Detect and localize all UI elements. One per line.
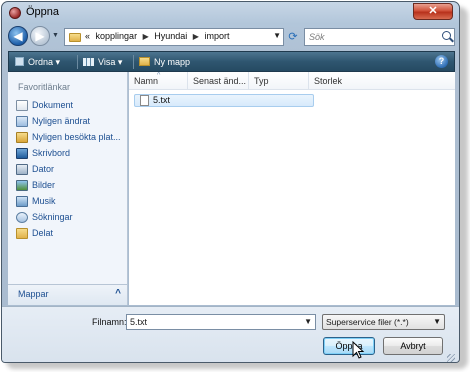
address-dropdown-icon[interactable]: ▼ (273, 31, 281, 40)
computer-icon (16, 164, 28, 175)
shared-folder-icon (16, 228, 28, 239)
new-folder-label: Ny mapp (154, 57, 191, 67)
text-file-icon (140, 95, 149, 106)
view-button[interactable]: Visa ▾ (83, 55, 122, 69)
search-input[interactable]: Sök (304, 28, 455, 46)
recently-changed-icon (16, 116, 28, 127)
mouse-cursor-icon (352, 341, 365, 359)
address-bar-row: ◀ ▶ ▼ « kopplingar ▶ Hyundai ▶ import ▼ … (2, 25, 459, 49)
filename-field[interactable]: 5.txt ▼ (126, 314, 316, 330)
list-item[interactable]: 5.txt (134, 94, 314, 107)
sort-ascending-icon: ^ (157, 72, 161, 79)
breadcrumb-item-kopplingar[interactable]: kopplingar (96, 31, 138, 41)
sidebar-item-recent-places[interactable]: Nyligen besökta plat... (14, 130, 126, 146)
back-button[interactable]: ◀ (8, 26, 28, 46)
app-icon (9, 7, 21, 19)
organize-icon (15, 57, 24, 66)
sidebar-item-searches[interactable]: Sökningar (14, 210, 126, 226)
filetype-value: Superservice filer (*.*) (326, 317, 409, 327)
folders-toggle[interactable]: Mappar ^ (8, 284, 127, 305)
recent-places-icon (16, 132, 28, 143)
column-header-label: Senast änd... (193, 76, 247, 86)
address-field[interactable]: « kopplingar ▶ Hyundai ▶ import ▼ (64, 28, 284, 46)
sidebar-item-label: Dokument (32, 100, 74, 110)
chevron-down-icon[interactable]: ▼ (304, 315, 312, 329)
chevron-down-icon: ▾ (55, 57, 61, 67)
file-name: 5.txt (153, 95, 171, 105)
chevron-up-icon: ^ (115, 288, 121, 299)
search-icon[interactable] (442, 31, 451, 40)
sidebar-item-label: Delat (32, 228, 54, 238)
column-header-label: Typ (254, 76, 269, 86)
filename-value: 5.txt (130, 317, 148, 327)
sidebar-item-label: Skrivbord (32, 148, 71, 158)
sidebar-item-label: Musik (32, 196, 56, 206)
column-header-modified[interactable]: Senast änd... (188, 72, 249, 90)
sidebar-item-label: Sökningar (32, 212, 73, 222)
filetype-select[interactable]: Superservice filer (*.*) ▼ (322, 314, 445, 330)
forward-button[interactable]: ▶ (30, 26, 50, 46)
history-dropdown-button[interactable]: ▼ (52, 32, 59, 39)
sidebar-item-music[interactable]: Musik (14, 194, 126, 210)
breadcrumb-item-import[interactable]: import (204, 31, 229, 41)
title-bar[interactable]: Öppna ✕ (2, 2, 459, 24)
sidebar-item-label: Dator (32, 164, 55, 174)
organize-button[interactable]: Ordna ▾ (15, 55, 60, 69)
sidebar-item-shared[interactable]: Delat (14, 226, 126, 242)
documents-icon (16, 100, 28, 111)
favorite-links-header: Favoritlänkar (18, 82, 71, 92)
music-icon (16, 196, 28, 207)
command-toolbar: Ordna ▾ Visa ▾ Ny mapp ? (8, 51, 455, 72)
chevron-down-icon: ▾ (117, 57, 123, 67)
sidebar-item-computer[interactable]: Dator (14, 162, 126, 178)
breadcrumb-separator-icon[interactable]: ▶ (193, 32, 199, 41)
search-placeholder: Sök (309, 32, 325, 42)
sidebar-item-documents[interactable]: Dokument (14, 98, 126, 114)
sidebar-item-label: Bilder (32, 180, 56, 190)
open-dialog: Öppna ✕ ◀ ▶ ▼ « kopplingar ▶ Hyundai ▶ i… (1, 1, 460, 363)
open-button[interactable]: Öppna (323, 337, 375, 355)
toolbar-separator (77, 55, 78, 69)
forward-arrow-icon: ▶ (35, 29, 45, 43)
close-button[interactable]: ✕ (413, 3, 453, 20)
new-folder-button[interactable]: Ny mapp (139, 55, 190, 69)
breadcrumb-item-hyundai[interactable]: Hyundai (154, 31, 187, 41)
window-title: Öppna (26, 6, 60, 18)
pictures-icon (16, 180, 28, 191)
folder-icon (69, 33, 81, 42)
column-header-name[interactable]: ^ Namn (129, 72, 188, 90)
breadcrumb-overflow[interactable]: « (85, 31, 90, 41)
help-icon[interactable]: ? (435, 55, 448, 68)
file-list[interactable]: ^ Namn Senast änd... Typ Storlek 5.txt (129, 72, 455, 305)
desktop-icon (16, 148, 28, 159)
resize-grip[interactable] (447, 354, 455, 362)
sidebar-item-pictures[interactable]: Bilder (14, 178, 126, 194)
column-header-size[interactable]: Storlek (309, 72, 455, 90)
breadcrumb: « kopplingar ▶ Hyundai ▶ import (85, 31, 232, 41)
back-arrow-icon: ◀ (13, 29, 23, 43)
sidebar-item-desktop[interactable]: Skrivbord (14, 146, 126, 162)
refresh-icon[interactable]: ⟳ (286, 28, 300, 46)
breadcrumb-separator-icon[interactable]: ▶ (143, 32, 149, 41)
column-header-label: Namn (134, 76, 159, 86)
new-folder-icon (139, 57, 150, 66)
searches-icon (16, 212, 28, 223)
filename-label: Filnamn: (92, 317, 127, 327)
cancel-button[interactable]: Avbryt (383, 337, 443, 355)
organize-label: Ordna (28, 57, 54, 67)
sidebar-item-label: Nyligen ändrat (32, 116, 91, 126)
sidebar-item-label: Nyligen besökta plat... (32, 132, 121, 142)
chevron-down-icon: ▼ (433, 317, 441, 326)
view-icon (83, 58, 94, 66)
sidebar-item-recently-changed[interactable]: Nyligen ändrat (14, 114, 126, 130)
dialog-footer: Filnamn: 5.txt ▼ Superservice filer (*.*… (2, 306, 459, 362)
folders-label: Mappar (18, 289, 49, 299)
column-header-label: Storlek (314, 76, 343, 86)
navigation-pane: Favoritlänkar Dokument Nyligen ändrat Ny… (8, 72, 128, 305)
view-label: Visa (98, 57, 116, 67)
column-header-type[interactable]: Typ (249, 72, 309, 90)
toolbar-separator (133, 55, 134, 69)
